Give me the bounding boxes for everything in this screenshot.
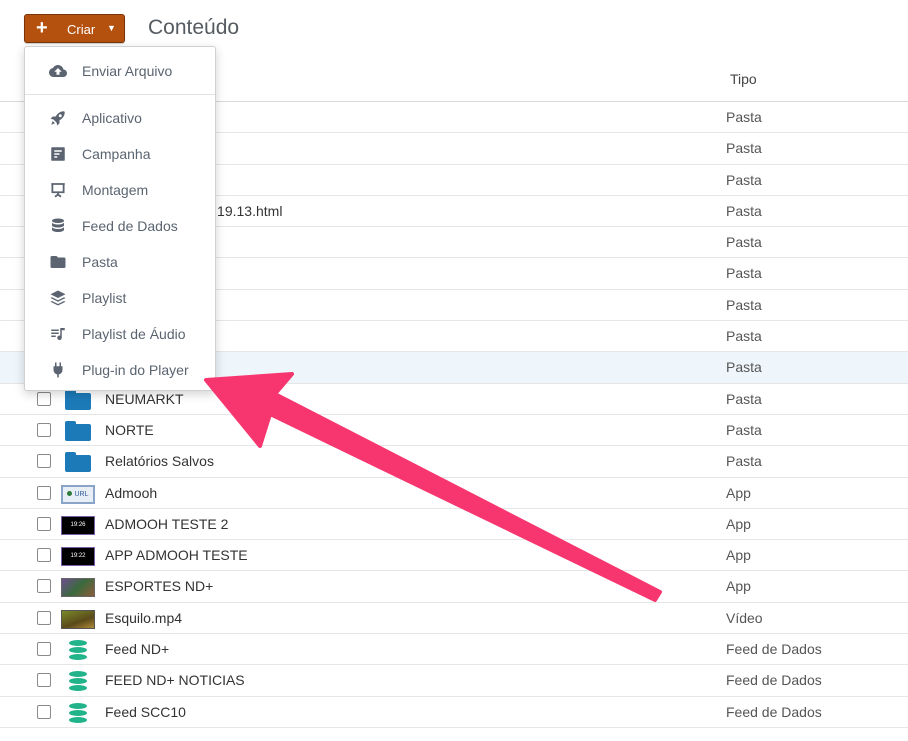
row-type: Pasta: [726, 109, 762, 125]
table-row[interactable]: ESPORTES ND+ App: [0, 571, 908, 603]
row-type: Pasta: [726, 359, 762, 376]
row-type: Pasta: [726, 234, 762, 251]
row-type: Pasta: [726, 453, 762, 470]
menu-item-label: Plug-in do Player: [82, 362, 189, 378]
layers-icon: [50, 290, 66, 306]
menu-item-label: Playlist de Áudio: [82, 326, 186, 342]
campaign-icon: [51, 147, 65, 161]
row-type: Pasta: [726, 265, 762, 282]
music-list-icon: [51, 328, 65, 341]
row-type: Feed de Dados: [726, 703, 822, 720]
table-row[interactable]: 19:26 ADMOOH TESTE 2 App: [0, 509, 908, 541]
row-type: Feed de Dados: [726, 672, 822, 689]
row-checkbox[interactable]: [37, 454, 51, 469]
rocket-icon: [50, 111, 65, 126]
table-row[interactable]: URL Admooh App: [0, 478, 908, 509]
thumbnail-image: 19:26: [61, 515, 95, 535]
row-checkbox[interactable]: [37, 516, 51, 531]
row-name[interactable]: NEUMARKT: [105, 391, 184, 407]
folder-icon: [65, 420, 91, 441]
database-icon: [69, 671, 87, 692]
row-type: Pasta: [726, 296, 762, 313]
table-row[interactable]: Esquilo.mp4 Vídeo: [0, 603, 908, 635]
row-type: Pasta: [726, 171, 762, 188]
create-button[interactable]: + Criar ▼: [24, 14, 125, 43]
table-row[interactable]: FEED ND+ NOTICIAS Feed de Dados: [0, 665, 908, 697]
menu-item-label: Montagem: [82, 182, 149, 198]
table-row[interactable]: Relatórios Salvos Pasta: [0, 446, 908, 478]
row-type: App: [726, 515, 751, 532]
menu-item-audio-playlist[interactable]: Playlist de Áudio: [25, 319, 215, 349]
menu-item-label: Enviar Arquivo: [82, 63, 173, 79]
row-type: Feed de Dados: [726, 641, 822, 658]
row-name[interactable]: Relatórios Salvos: [105, 453, 214, 469]
menu-item-label: Pasta: [82, 254, 118, 270]
menu-item-label: Aplicativo: [82, 110, 142, 126]
row-type: App: [726, 547, 751, 564]
folder-icon: [65, 389, 91, 410]
menu-item-montage[interactable]: Montagem: [25, 175, 215, 205]
row-checkbox[interactable]: [37, 673, 51, 688]
menu-item-application[interactable]: Aplicativo: [25, 103, 215, 133]
row-type: Vídeo: [726, 609, 763, 626]
row-checkbox[interactable]: [37, 610, 51, 625]
database-icon: [69, 640, 87, 661]
thumbnail-image: URL: [61, 484, 95, 504]
folder-icon: [65, 452, 91, 473]
database-icon: [69, 702, 87, 723]
database-icon: [52, 218, 64, 232]
row-type: Pasta: [726, 328, 762, 345]
menu-divider: [25, 94, 215, 95]
menu-item-data-feed[interactable]: Feed de Dados: [25, 211, 215, 241]
menu-item-campaign[interactable]: Campanha: [25, 139, 215, 169]
row-checkbox[interactable]: [37, 485, 51, 500]
row-type: Pasta: [726, 421, 762, 438]
caret-down-icon: ▼: [107, 23, 116, 33]
row-name[interactable]: ADMOOH TESTE 2: [105, 516, 228, 532]
column-header-type[interactable]: Tipo: [730, 71, 757, 87]
menu-item-label: Feed de Dados: [82, 218, 178, 234]
row-type: Pasta: [726, 140, 762, 157]
row-name[interactable]: FEED ND+ NOTICIAS: [105, 672, 245, 688]
plug-icon: [53, 362, 63, 378]
row-type: App: [726, 578, 751, 595]
table-row[interactable]: NORTE Pasta: [0, 415, 908, 447]
plus-icon: +: [36, 17, 48, 39]
row-type: Pasta: [726, 390, 762, 407]
create-dropdown-menu: Enviar Arquivo Aplicativo Campanha Monta…: [24, 46, 216, 391]
row-name[interactable]: APP ADMOOH TESTE: [105, 547, 248, 563]
row-type: App: [726, 484, 751, 501]
create-button-label: Criar: [67, 22, 96, 37]
menu-item-folder[interactable]: Pasta: [25, 247, 215, 277]
presentation-icon: [51, 183, 65, 198]
row-type: Pasta: [726, 202, 762, 219]
menu-item-player-plugin[interactable]: Plug-in do Player: [25, 355, 215, 385]
row-checkbox[interactable]: [37, 642, 51, 657]
row-name[interactable]: Esquilo.mp4: [105, 610, 182, 626]
folder-icon: [50, 256, 66, 268]
table-row[interactable]: Feed SCC10 Feed de Dados: [0, 697, 908, 728]
cloud-upload-icon: [49, 65, 67, 77]
row-checkbox[interactable]: [37, 391, 51, 406]
menu-item-label: Campanha: [82, 146, 151, 162]
row-name[interactable]: Feed ND+: [105, 641, 169, 657]
menu-item-label: Playlist: [82, 290, 127, 306]
row-name[interactable]: NORTE: [105, 422, 154, 438]
row-checkbox[interactable]: [37, 579, 51, 594]
menu-item-upload-file[interactable]: Enviar Arquivo: [25, 56, 215, 86]
row-name[interactable]: Feed SCC10: [105, 704, 186, 720]
thumbnail-image: 19:22: [61, 547, 95, 567]
row-name[interactable]: ESPORTES ND+: [105, 578, 213, 594]
thumbnail-image: [61, 609, 95, 629]
table-row[interactable]: 19:22 APP ADMOOH TESTE App: [0, 540, 908, 572]
thumbnail-image: [61, 578, 95, 598]
table-row[interactable]: Feed ND+ Feed de Dados: [0, 634, 908, 666]
menu-item-playlist[interactable]: Playlist: [25, 283, 215, 313]
page-title: Conteúdo: [148, 16, 240, 39]
row-checkbox[interactable]: [37, 422, 51, 437]
row-checkbox[interactable]: [37, 548, 51, 563]
row-name[interactable]: Admooh: [105, 485, 157, 501]
row-checkbox[interactable]: [37, 704, 51, 719]
